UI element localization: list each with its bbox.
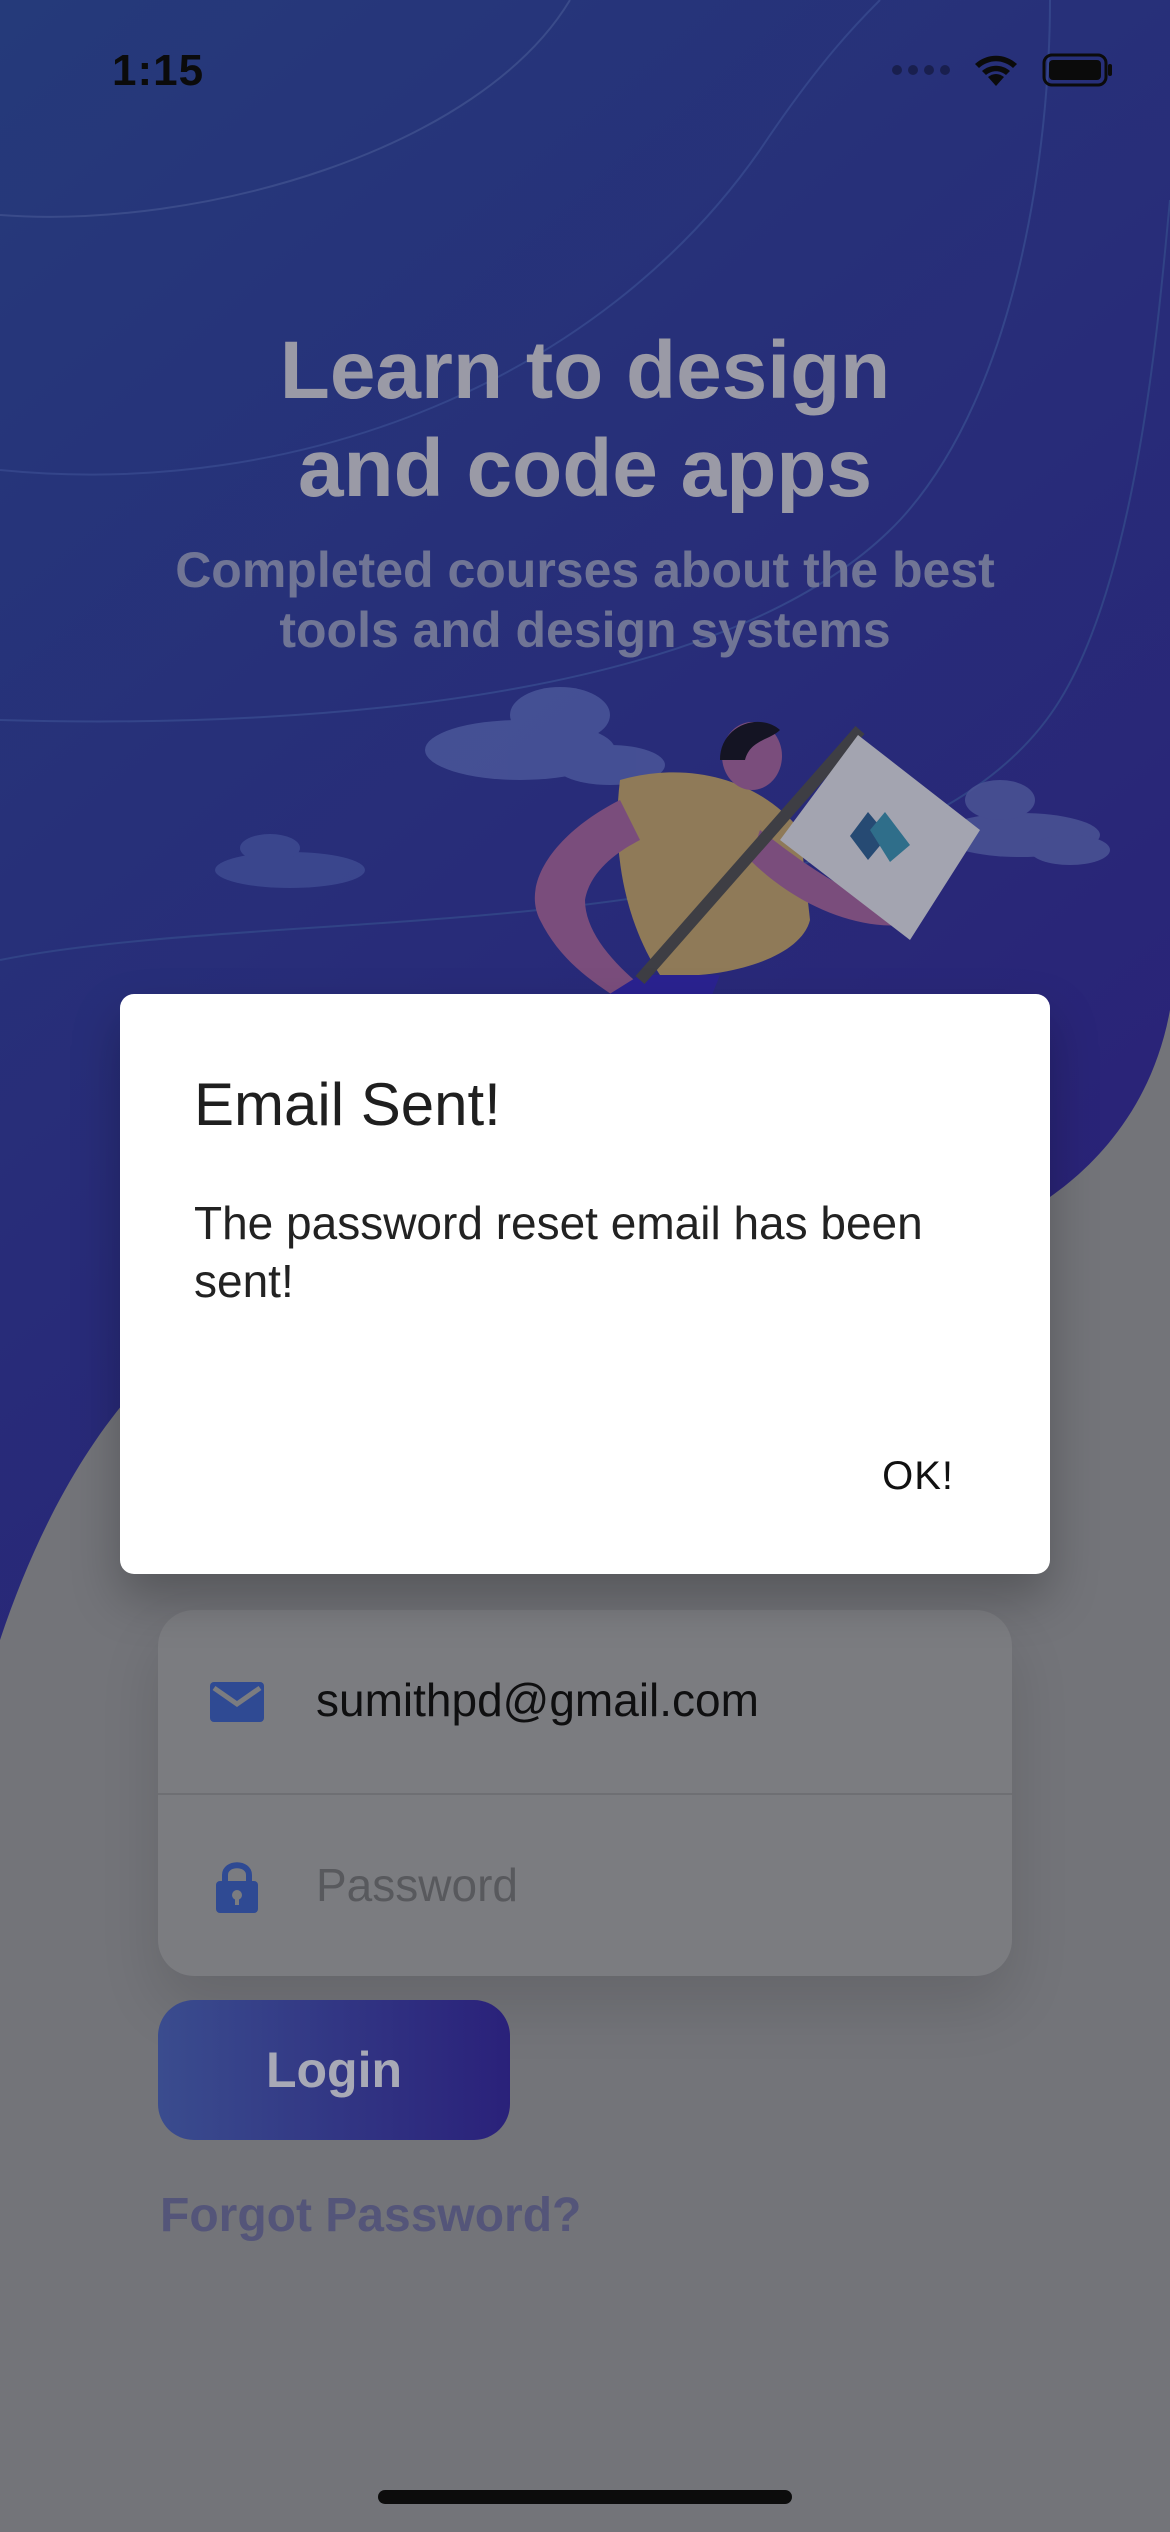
battery-icon: [1042, 53, 1112, 87]
signal-icon: [892, 65, 950, 75]
login-form-card: sumithpd@gmail.com Password: [158, 1610, 1012, 1976]
hero-title-line2: and code apps: [297, 423, 873, 514]
home-indicator[interactable]: [378, 2490, 792, 2504]
hero-title: Learn to design and code apps: [0, 322, 1170, 518]
hero-subtitle: Completed courses about the best tools a…: [0, 540, 1170, 660]
ok-button[interactable]: OK!: [882, 1454, 954, 1499]
login-button[interactable]: Login: [158, 2000, 510, 2140]
dialog-body: The password reset email has been sent!: [194, 1197, 923, 1307]
email-field[interactable]: sumithpd@gmail.com: [158, 1610, 1012, 1793]
hero-subtitle-line1: Completed courses about the best: [175, 542, 995, 598]
hero-subtitle-line2: tools and design systems: [279, 602, 891, 658]
status-time: 1:15: [112, 46, 205, 95]
status-icons: [892, 52, 1114, 88]
dialog-title: Email Sent!: [194, 1071, 501, 1138]
email-value: sumithpd@gmail.com: [316, 1674, 759, 1726]
password-field[interactable]: Password: [158, 1793, 1012, 1978]
email-sent-dialog: Email Sent! The password reset email has…: [120, 994, 1050, 1574]
screen: 1:15 Learn to design and code apps Compl…: [0, 0, 1170, 2532]
mail-icon: [210, 1682, 264, 1722]
lock-icon: [216, 1862, 258, 1913]
hero-title-line1: Learn to design: [279, 325, 891, 416]
password-placeholder: Password: [316, 1859, 518, 1911]
forgot-password-link[interactable]: Forgot Password?: [160, 2188, 581, 2243]
wifi-icon: [975, 55, 1017, 86]
